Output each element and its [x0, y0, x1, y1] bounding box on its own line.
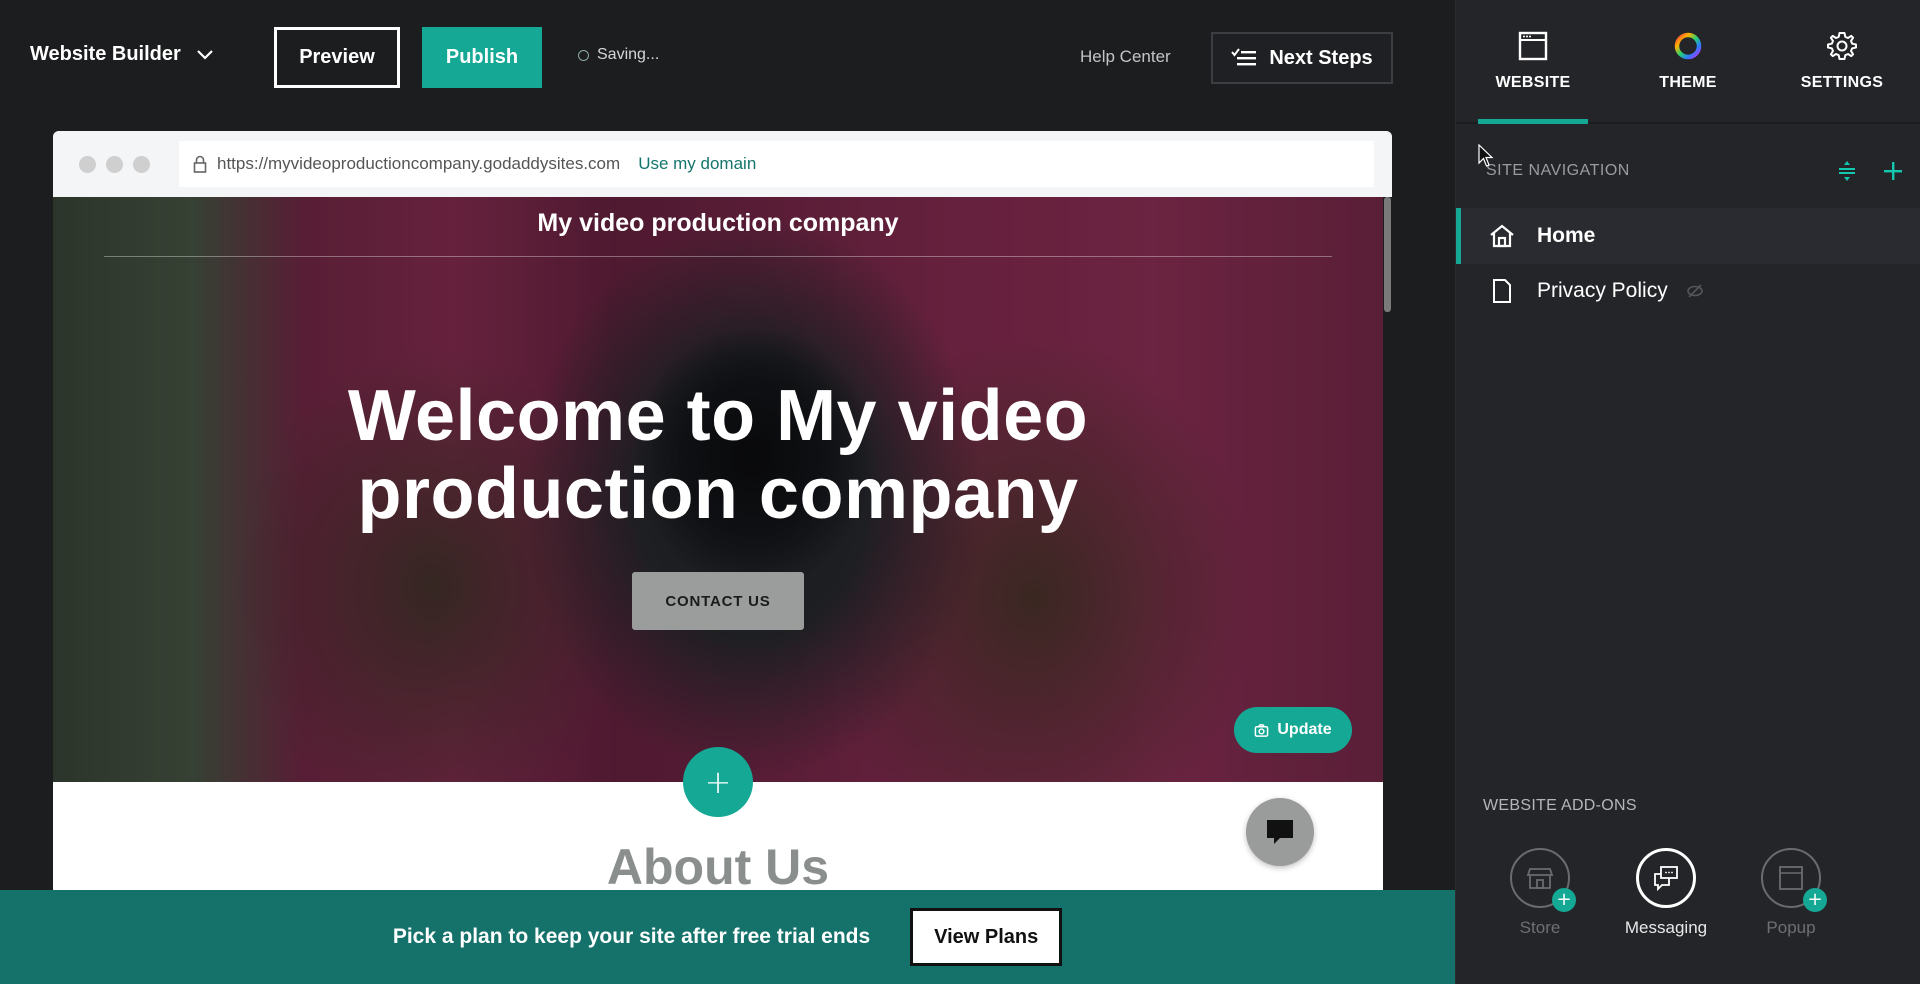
color-wheel-icon: [1674, 32, 1702, 60]
hidden-eye-icon: [1686, 284, 1703, 298]
contact-us-button[interactable]: CONTACT US: [632, 572, 804, 630]
hero-heading-line: Welcome to My video: [347, 376, 1089, 456]
publish-button[interactable]: Publish: [422, 27, 542, 88]
header-divider: [104, 256, 1332, 257]
trial-banner-text: Pick a plan to keep your site after free…: [392, 925, 871, 948]
top-bar: Website Builder Preview Publish Saving..…: [0, 0, 1455, 130]
url-bar: https://myvideoproductioncompany.godaddy…: [179, 141, 1374, 187]
site-url: https://myvideoproductioncompany.godaddy…: [217, 154, 621, 173]
nav-page-privacy-policy[interactable]: Privacy Policy: [1456, 263, 1920, 319]
gear-icon: [1827, 32, 1857, 60]
popup-icon: [1779, 866, 1803, 890]
messaging-icon: [1654, 866, 1678, 892]
tab-label: WEBSITE: [1495, 74, 1571, 91]
lock-icon: [193, 155, 207, 173]
website-addons-label: WEBSITE ADD-ONS: [1483, 797, 1637, 814]
update-label: Update: [1277, 721, 1332, 738]
addon-store[interactable]: + Store: [1485, 848, 1595, 938]
next-steps-label: Next Steps: [1269, 46, 1373, 69]
preview-scrollbar-thumb[interactable]: [1384, 197, 1391, 312]
addon-popup[interactable]: + Popup: [1736, 848, 1846, 938]
preview-button[interactable]: Preview: [274, 27, 400, 88]
nav-page-home[interactable]: Home: [1456, 208, 1920, 264]
hero-heading[interactable]: Welcome to My video production company: [53, 377, 1383, 533]
tab-website[interactable]: WEBSITE: [1458, 30, 1608, 92]
page-icon: [1493, 279, 1511, 303]
hero-section[interactable]: My video production company Welcome to M…: [53, 197, 1383, 782]
chat-button[interactable]: [1246, 798, 1314, 866]
add-addon-icon: +: [1552, 888, 1576, 912]
addon-label: Popup: [1766, 918, 1816, 937]
active-tab-indicator: [1478, 119, 1588, 124]
camera-icon: [1255, 723, 1269, 737]
sidebar: WEBSITE THEME SETTINGS SITE NAVIGATION H…: [1455, 0, 1920, 984]
status-circle-icon: [578, 49, 589, 61]
window-dots: [79, 156, 150, 173]
site-navigation-label: SITE NAVIGATION: [1486, 162, 1630, 179]
nav-page-label: Home: [1537, 224, 1596, 247]
window-dot: [79, 156, 96, 173]
site-title[interactable]: My video production company: [53, 209, 1383, 238]
website-builder-menu[interactable]: Website Builder: [30, 43, 215, 66]
checklist-icon: [1231, 48, 1257, 66]
reorder-icon: [1839, 161, 1855, 181]
window-dot: [133, 156, 150, 173]
add-addon-icon: +: [1803, 888, 1827, 912]
use-my-domain-link[interactable]: Use my domain: [638, 154, 756, 174]
site-navigation-header: SITE NAVIGATION: [1486, 158, 1906, 184]
website-builder-app: Website Builder Preview Publish Saving..…: [0, 0, 1920, 984]
update-image-button[interactable]: Update: [1234, 707, 1352, 753]
tab-label: THEME: [1659, 74, 1717, 91]
add-section-button[interactable]: +: [683, 747, 753, 817]
about-title[interactable]: About Us: [53, 838, 1383, 891]
nav-page-label: Privacy Policy: [1537, 279, 1668, 302]
addon-label: Store: [1519, 918, 1561, 937]
chat-bubble-icon: [1267, 820, 1293, 844]
browser-chrome: https://myvideoproductioncompany.godaddy…: [53, 131, 1392, 197]
plus-icon: [1884, 162, 1902, 180]
site-preview-frame: https://myvideoproductioncompany.godaddy…: [53, 131, 1392, 891]
reorder-pages-button[interactable]: [1834, 158, 1860, 184]
trial-banner: Pick a plan to keep your site after free…: [0, 890, 1455, 984]
mouse-cursor-icon: [1478, 144, 1494, 167]
addon-messaging[interactable]: Messaging: [1611, 848, 1721, 938]
chevron-down-icon: [197, 49, 213, 60]
home-icon: [1490, 224, 1514, 248]
browser-window-icon: [1518, 31, 1548, 61]
brand-label: Website Builder: [30, 43, 181, 65]
tab-settings[interactable]: SETTINGS: [1767, 30, 1917, 92]
tab-theme[interactable]: THEME: [1613, 30, 1763, 92]
help-center-link[interactable]: Help Center: [1080, 47, 1171, 67]
add-page-button[interactable]: [1880, 158, 1906, 184]
addon-label: Messaging: [1624, 918, 1708, 937]
tab-label: SETTINGS: [1800, 74, 1884, 91]
window-dot: [106, 156, 123, 173]
save-status-text: Saving...: [597, 46, 660, 63]
sidebar-tabs: WEBSITE THEME SETTINGS: [1456, 0, 1920, 124]
next-steps-button[interactable]: Next Steps: [1211, 32, 1393, 84]
hero-heading-line: production company: [357, 454, 1079, 534]
save-status: Saving...: [578, 46, 659, 64]
view-plans-button[interactable]: View Plans: [910, 908, 1063, 966]
store-icon: [1526, 868, 1554, 889]
